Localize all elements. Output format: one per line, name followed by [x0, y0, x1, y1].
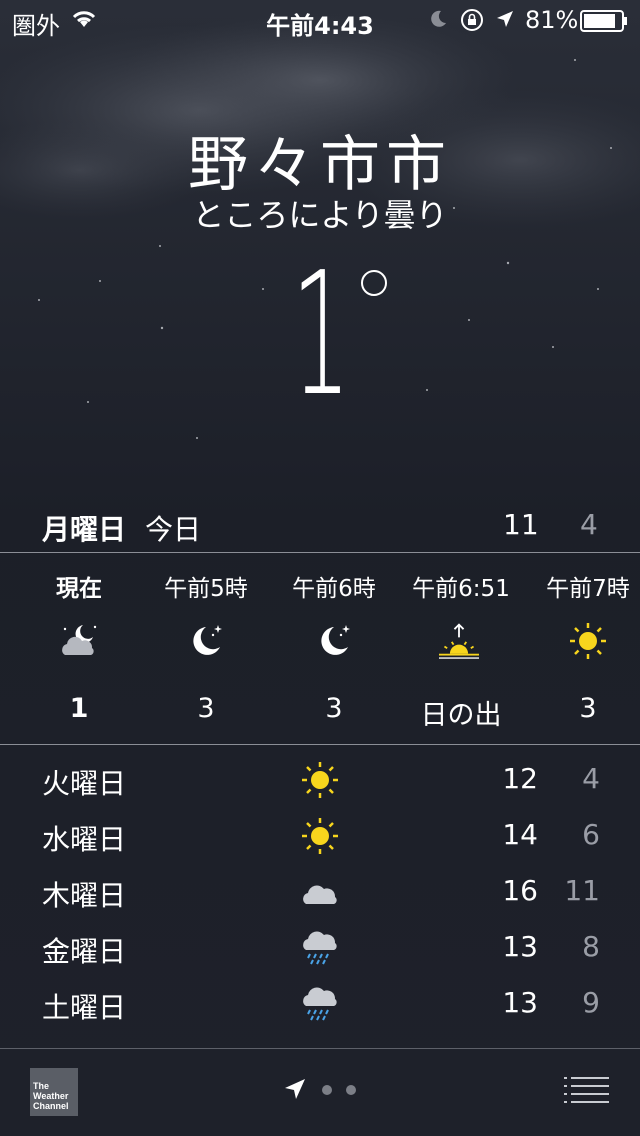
daily-row: 水曜日 14 6	[0, 808, 640, 864]
hourly-forecast[interactable]: 現在 1 午前5時 3 午前6時 3 午前6:51 日の出 午前7時 3	[0, 553, 640, 743]
current-temperature-value: 1	[291, 236, 350, 434]
current-condition: ところにより曇り	[192, 196, 448, 234]
daily-high-temp: 12	[502, 762, 538, 795]
current-location-icon[interactable]	[283, 1077, 307, 1101]
weather-channel-logo[interactable]: The Weather Channel	[30, 1068, 78, 1116]
hourly-temp: 日の出	[420, 700, 502, 731]
do-not-disturb-icon	[431, 10, 446, 27]
degree-symbol-icon	[361, 270, 387, 296]
city-list-icon[interactable]	[562, 1075, 610, 1105]
daily-row: 金曜日 13 8	[0, 920, 640, 976]
hourly-item: 午前6時 3	[274, 553, 394, 743]
sun-icon	[302, 818, 338, 854]
daily-high-temp: 13	[502, 930, 538, 963]
hourly-item: 午前7時 3	[528, 553, 640, 743]
status-bar: 圏外 午前4:43 81%	[0, 0, 640, 40]
rain-icon	[303, 987, 337, 1021]
battery-icon	[580, 10, 627, 32]
today-low-temp: 4	[580, 508, 598, 541]
daily-high-temp: 14	[502, 818, 538, 851]
hourly-time: 午前5時	[164, 576, 248, 602]
hourly-item: 午前5時 3	[146, 553, 266, 743]
hourly-time: 午前6:51	[412, 576, 510, 602]
daily-row: 火曜日 12 4	[0, 752, 640, 808]
today-high-temp: 11	[503, 508, 539, 541]
sun-icon	[570, 623, 606, 659]
cloud-icon	[303, 885, 337, 904]
sunrise-icon	[439, 623, 479, 659]
daily-row: 土曜日 13 9	[0, 976, 640, 1032]
today-summary-row: 月曜日 今日 11 4	[0, 500, 640, 550]
daily-day-name: 金曜日	[42, 935, 127, 968]
bottom-toolbar: The Weather Channel	[0, 1049, 640, 1136]
daily-day-name: 土曜日	[42, 991, 127, 1024]
hourly-time: 午前6時	[292, 576, 376, 602]
daily-day-name: 木曜日	[42, 879, 127, 912]
divider-bottom	[0, 744, 640, 745]
daily-high-temp: 16	[502, 874, 538, 907]
today-day-name: 月曜日	[42, 513, 127, 546]
today-label: 今日	[145, 513, 202, 546]
sun-icon	[302, 762, 338, 798]
moon-stars-icon	[321, 625, 350, 655]
page-indicator-dot[interactable]	[322, 1085, 332, 1095]
daily-low-temp: 11	[564, 874, 600, 907]
daily-low-temp: 9	[582, 986, 600, 1019]
hourly-temp: 3	[325, 693, 343, 724]
daily-low-temp: 8	[582, 930, 600, 963]
daily-forecast[interactable]: 火曜日 12 4 水曜日 14 6 木曜日 16 11 金曜日 13 8 土曜日…	[0, 752, 640, 1052]
hourly-time: 現在	[56, 576, 102, 602]
daily-day-name: 水曜日	[42, 823, 127, 856]
rain-icon	[303, 931, 337, 965]
hourly-temp: 3	[197, 693, 215, 724]
daily-high-temp: 13	[502, 986, 538, 1019]
hourly-item: 現在 1	[19, 553, 139, 743]
location-services-icon	[497, 11, 513, 27]
daily-day-name: 火曜日	[42, 767, 127, 800]
moon-stars-icon	[193, 625, 222, 655]
logo-line: Channel	[33, 1101, 69, 1111]
logo-line: Weather	[33, 1091, 69, 1101]
daily-low-temp: 4	[582, 762, 600, 795]
hourly-item: 午前6:51 日の出	[401, 553, 521, 743]
rotation-lock-icon	[461, 9, 483, 31]
hourly-temp: 3	[579, 693, 597, 724]
current-temperature: 1	[0, 250, 640, 420]
page-indicator-dot[interactable]	[346, 1085, 356, 1095]
battery-percentage: 81%	[525, 6, 579, 34]
cloud-moon-icon	[62, 625, 97, 655]
hourly-temp: 1	[69, 693, 89, 724]
hourly-time: 午前7時	[546, 576, 630, 602]
daily-row: 木曜日 16 11	[0, 864, 640, 920]
logo-line: The	[33, 1081, 50, 1091]
daily-low-temp: 6	[582, 818, 600, 851]
